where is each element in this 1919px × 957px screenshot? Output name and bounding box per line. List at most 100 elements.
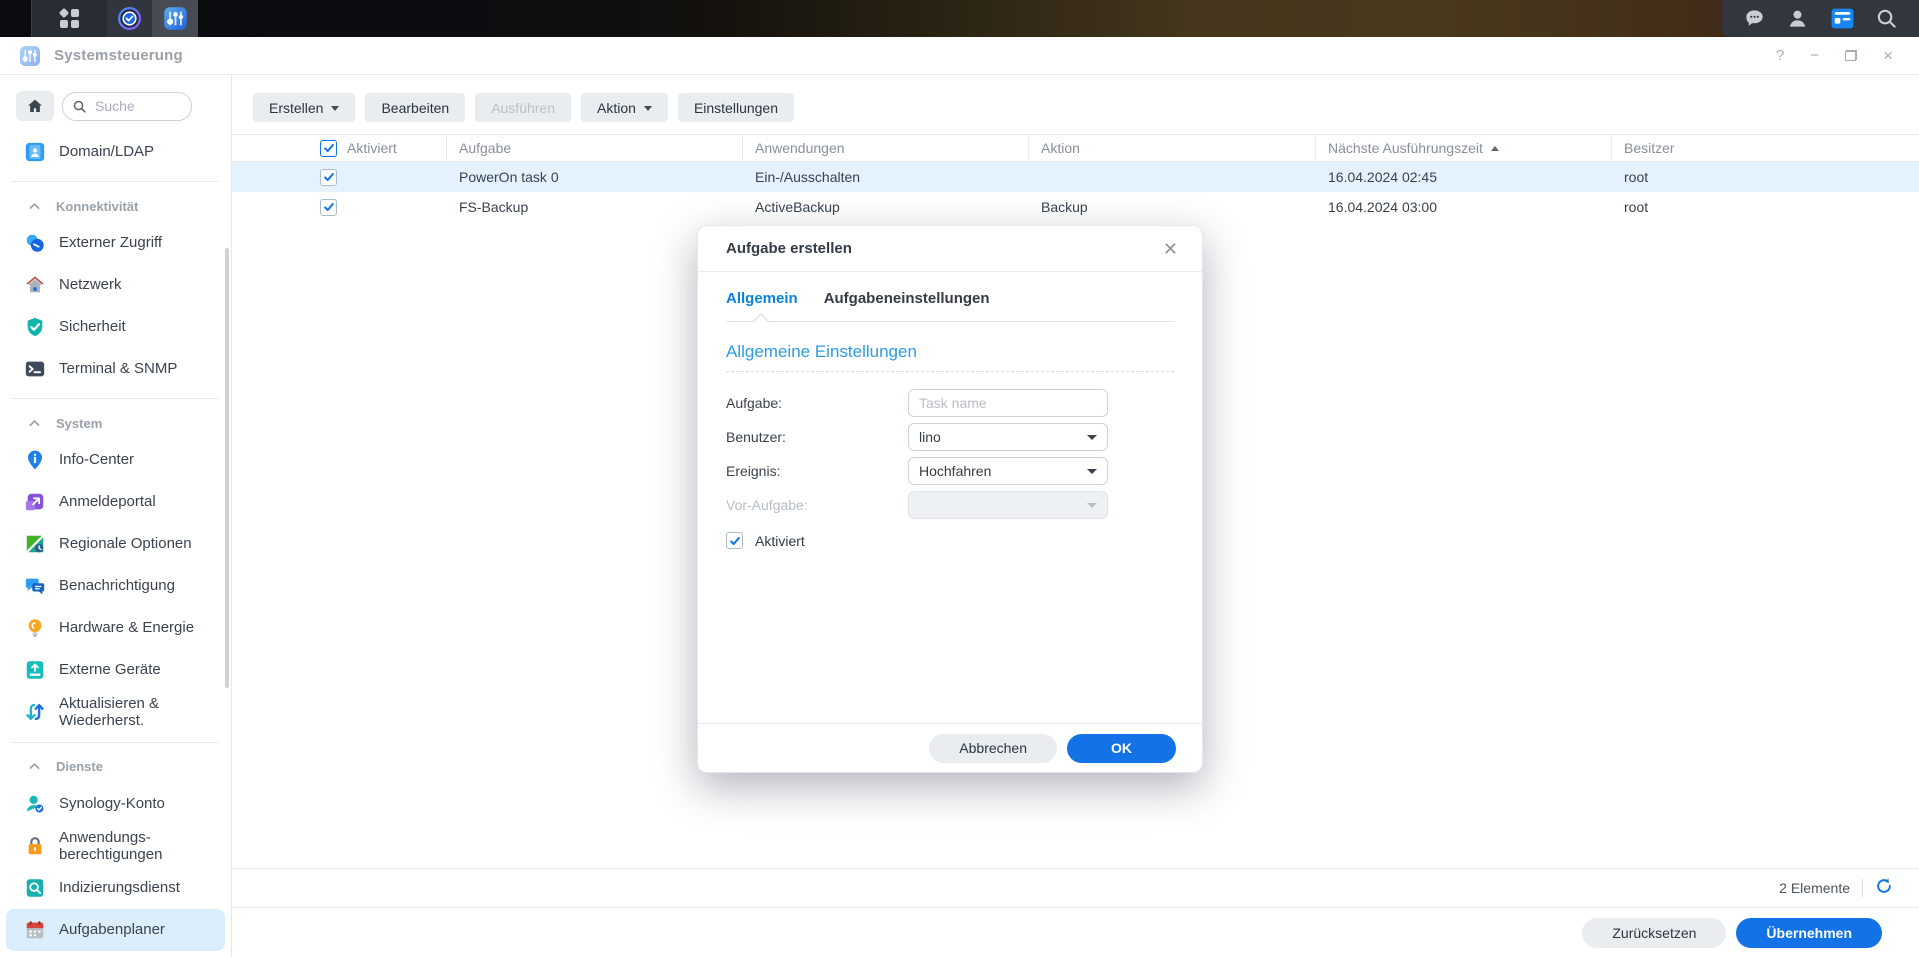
sidebar-divider [12,398,219,399]
sidebar-item-domain-ldap[interactable]: Domain/LDAP [0,131,231,173]
sidebar-item-label: Anmeldeportal [59,493,156,510]
sidebar-item-externe-geraete[interactable]: Externe Geräte [0,649,231,691]
sidebar-item-anwendungsberechtigungen[interactable]: Anwendungs-berechtigungen [0,825,231,868]
table-row[interactable]: FS-Backup ActiveBackup Backup 16.04.2024… [232,192,1919,222]
search-button[interactable] [1875,7,1898,30]
cell-besitzer: root [1612,199,1919,215]
event-select-value: Hochfahren [919,463,991,479]
sidebar-search[interactable] [62,92,192,121]
sidebar-item-terminal-snmp[interactable]: Terminal & SNMP [0,348,231,390]
checkbox-checked[interactable] [726,532,743,549]
chevron-up-icon [28,417,41,430]
sidebar-section-system[interactable]: System [0,407,231,439]
sidebar-item-externer-zugriff[interactable]: Externer Zugriff [0,222,231,264]
sidebar-scrollbar[interactable] [225,248,229,688]
dialog-tabs: Allgemein Aufgabeneinstellungen [698,272,1202,321]
refresh-button[interactable] [1875,877,1893,900]
ok-button[interactable]: OK [1067,734,1176,763]
section-label: Konnektivität [56,199,138,214]
caret-down-icon [1087,435,1097,440]
reset-button[interactable]: Zurücksetzen [1582,918,1726,948]
event-select[interactable]: Hochfahren [908,457,1108,485]
widgets-button[interactable] [1830,7,1855,30]
edit-button[interactable]: Bearbeiten [365,93,465,122]
sidebar-item-regionale-optionen[interactable]: Regionale Optionen [0,523,231,565]
dialog-form: Aufgabe: Benutzer: lino Ereignis: Hochfa… [726,386,1174,549]
sidebar-item-netzwerk[interactable]: Netzwerk [0,264,231,306]
help-button[interactable]: ? [1776,48,1784,63]
column-header-aktion[interactable]: Aktion [1029,135,1316,161]
section-heading: Allgemeine Einstellungen [726,342,1174,372]
user-select[interactable]: lino [908,423,1108,451]
chevron-up-icon [28,760,41,773]
sidebar-item-sicherheit[interactable]: Sicherheit [0,306,231,348]
status-divider [1862,879,1863,897]
minimize-button[interactable]: − [1810,48,1819,63]
checkbox-checked[interactable] [320,140,337,157]
button-label: Einstellungen [694,100,778,116]
taskbar-app-active-backup[interactable] [107,0,152,37]
home-icon [26,97,44,115]
button-label: Ausführen [491,100,555,116]
sidebar-item-benachrichtigung[interactable]: Benachrichtigung [0,565,231,607]
event-label: Ereignis: [726,463,908,479]
sidebar-item-label: Info-Center [59,451,134,468]
close-button[interactable]: × [1883,47,1893,64]
table-row[interactable]: PowerOn task 0 Ein-/Ausschalten 16.04.20… [232,162,1919,192]
app-permissions-lock-icon [24,835,46,857]
sidebar-item-label: Externe Geräte [59,661,161,678]
apply-button[interactable]: Übernehmen [1736,918,1882,948]
sidebar-item-label: Externer Zugriff [59,234,162,251]
sidebar-item-label: Sicherheit [59,318,126,335]
login-portal-icon [24,491,46,513]
checkbox-checked[interactable] [320,199,337,216]
column-label: Anwendungen [755,140,845,156]
button-label: Erstellen [269,100,323,116]
app-launcher-button[interactable] [32,0,107,37]
sidebar-item-synology-konto[interactable]: Synology-Konto [0,783,231,825]
column-header-aufgabe[interactable]: Aufgabe [447,135,743,161]
caret-down-icon [1087,469,1097,474]
task-name-label: Aufgabe: [726,395,908,411]
sidebar-item-info-center[interactable]: Info-Center [0,439,231,481]
run-button[interactable]: Ausführen [475,93,571,122]
tab-aufgabeneinstellungen[interactable]: Aufgabeneinstellungen [824,290,990,321]
pretask-label: Vor-Aufgabe: [726,497,908,513]
column-header-anwendungen[interactable]: Anwendungen [743,135,1029,161]
column-header-aktiviert[interactable]: Aktiviert [232,135,447,161]
cell-naechste-ausfuehrungszeit: 16.04.2024 02:45 [1316,169,1612,185]
task-table: Aktiviert Aufgabe Anwendungen Aktion Näc… [232,134,1919,222]
sidebar-item-indizierungsdienst[interactable]: Indizierungsdienst [0,867,231,909]
column-header-besitzer[interactable]: Besitzer [1612,135,1919,161]
settings-button[interactable]: Einstellungen [678,93,794,122]
column-header-naechste-ausfuehrungszeit[interactable]: Nächste Ausführungszeit [1316,135,1612,161]
sidebar-item-label: Indizierungsdienst [59,879,180,896]
sidebar-item-aufgabenplaner[interactable]: Aufgabenplaner [6,909,225,951]
task-name-field[interactable] [908,389,1108,417]
checkbox-checked[interactable] [320,169,337,186]
app-grid-icon [60,9,79,28]
home-button[interactable] [16,91,54,121]
sidebar-item-hardware-energie[interactable]: Hardware & Energie [0,607,231,649]
screen: Systemsteuerung ? − × [0,0,1919,957]
sidebar-section-konnektivitaet[interactable]: Konnektivität [0,190,231,222]
sidebar-section-dienste[interactable]: Dienste [0,751,231,783]
sidebar-divider [12,742,219,743]
close-icon[interactable]: ✕ [1163,240,1178,258]
notifications-button[interactable] [1743,7,1766,30]
active-tab-notch [753,313,769,321]
task-name-input[interactable] [919,395,1097,411]
column-label: Aktion [1041,140,1080,156]
user-menu-button[interactable] [1786,7,1809,30]
external-access-icon [24,232,46,254]
action-button[interactable]: Aktion [581,93,668,122]
create-button[interactable]: Erstellen [253,93,355,122]
cancel-button[interactable]: Abbrechen [929,734,1057,763]
sidebar-item-label: Aktualisieren & Wiederherst. [59,695,189,730]
restore-button[interactable] [1845,50,1857,61]
sidebar-item-anmeldeportal[interactable]: Anmeldeportal [0,481,231,523]
taskbar-app-control-panel[interactable] [152,0,198,37]
sidebar-item-aktualisieren[interactable]: Aktualisieren & Wiederherst. [0,691,231,734]
sidebar-item-label: Benachrichtigung [59,577,175,594]
dialog-footer: Abbrechen OK [698,723,1202,772]
